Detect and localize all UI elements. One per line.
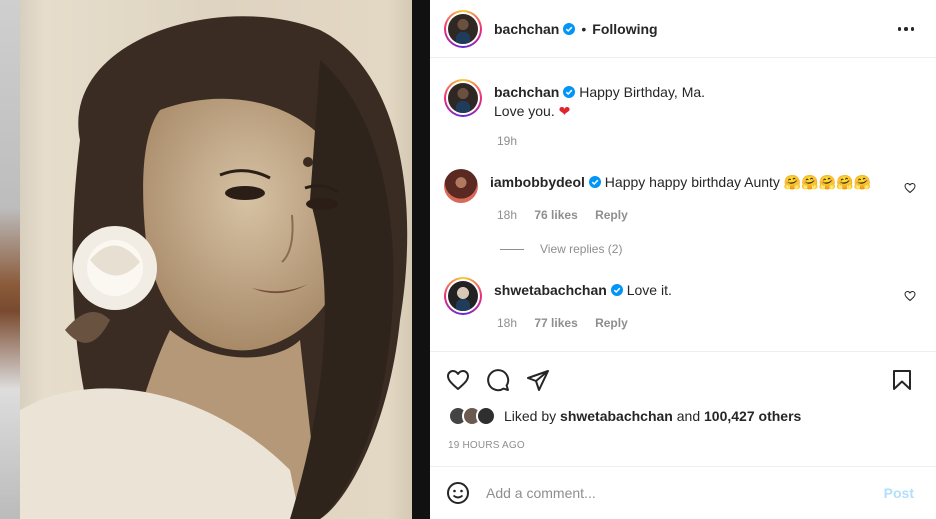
comment-time[interactable]: 18h — [497, 316, 517, 330]
caption-meta: 19h — [497, 134, 531, 148]
post-comment-button[interactable]: Post — [884, 485, 914, 501]
heart-emoji-icon: ❤ — [558, 103, 571, 119]
following-button[interactable]: Following — [592, 21, 657, 37]
add-comment-bar: Post — [430, 466, 936, 519]
liked-by-user[interactable]: shwetabachchan — [560, 408, 673, 424]
liked-by-and: and — [676, 408, 701, 424]
image-edge — [412, 0, 430, 519]
author-username[interactable]: bachchan — [494, 21, 559, 37]
liker-avatars[interactable] — [448, 406, 496, 426]
comment-row: shwetabachchan Love it. — [444, 277, 672, 315]
comment-row: iambobbydeol Happy happy birthday Aunty … — [444, 169, 871, 203]
more-options-icon[interactable] — [897, 27, 914, 31]
caption-time[interactable]: 19h — [497, 134, 517, 148]
comment-likes[interactable]: 76 likes — [534, 208, 577, 222]
caption-text-line2: Love you. — [494, 103, 555, 119]
post-header: bachchan • Following — [430, 0, 936, 58]
post-actions: Liked by shwetabachchan and 100,427 othe… — [430, 351, 936, 466]
comment-likes[interactable]: 77 likes — [534, 316, 577, 330]
post-image[interactable] — [20, 0, 428, 519]
comment-text: Happy happy birthday Aunty — [604, 174, 780, 190]
verified-badge-icon — [588, 176, 601, 188]
caption-row: bachchan Happy Birthday, Ma. Love you. ❤ — [444, 79, 705, 121]
author-avatar[interactable] — [444, 9, 482, 48]
commenter-username[interactable]: iambobbydeol — [490, 174, 585, 190]
comments-section: bachchan Happy Birthday, Ma. Love you. ❤… — [430, 59, 936, 351]
like-comment-heart-icon[interactable] — [904, 182, 916, 194]
verified-badge-icon — [610, 284, 623, 296]
heart-icon[interactable] — [446, 368, 470, 392]
post-timestamp[interactable]: 19 HOURS AGO — [448, 440, 525, 451]
comment-text: Love it. — [626, 282, 672, 298]
caption-avatar[interactable] — [444, 79, 482, 117]
bookmark-icon[interactable] — [890, 368, 914, 392]
hug-emoji-icons: 🤗🤗🤗🤗🤗 — [783, 174, 871, 190]
view-replies-button[interactable]: View replies (2) — [500, 242, 622, 256]
reply-button[interactable]: Reply — [595, 316, 628, 330]
liked-by-summary: Liked by shwetabachchan and 100,427 othe… — [448, 406, 801, 426]
commenter-username[interactable]: shwetabachchan — [494, 282, 607, 298]
caption-username[interactable]: bachchan — [494, 84, 559, 100]
like-comment-heart-icon[interactable] — [904, 290, 916, 302]
commenter-avatar[interactable] — [444, 277, 482, 315]
liked-by-prefix: Liked by — [504, 408, 557, 424]
verified-badge-icon — [563, 22, 576, 35]
comment-meta: 18h 76 likes Reply — [497, 208, 642, 222]
view-replies-label: View replies (2) — [540, 242, 623, 256]
portrait-illustration — [20, 16, 408, 519]
comment-time[interactable]: 18h — [497, 208, 517, 222]
verified-badge-icon — [563, 86, 576, 98]
separator-dot: • — [581, 20, 587, 37]
emoji-icon[interactable] — [446, 481, 470, 505]
post-detail-panel: bachchan • Following bachchan Happy Birt… — [430, 0, 936, 519]
background-page-strip — [0, 0, 20, 519]
reply-button[interactable]: Reply — [595, 208, 628, 222]
comment-input[interactable] — [486, 485, 866, 501]
share-icon[interactable] — [526, 368, 550, 392]
liked-by-others[interactable]: 100,427 others — [704, 408, 801, 424]
commenter-avatar[interactable] — [444, 169, 478, 203]
comment-meta: 18h 77 likes Reply — [497, 316, 642, 330]
caption-text: Happy Birthday, Ma. — [579, 84, 706, 100]
comment-icon[interactable] — [486, 368, 510, 392]
